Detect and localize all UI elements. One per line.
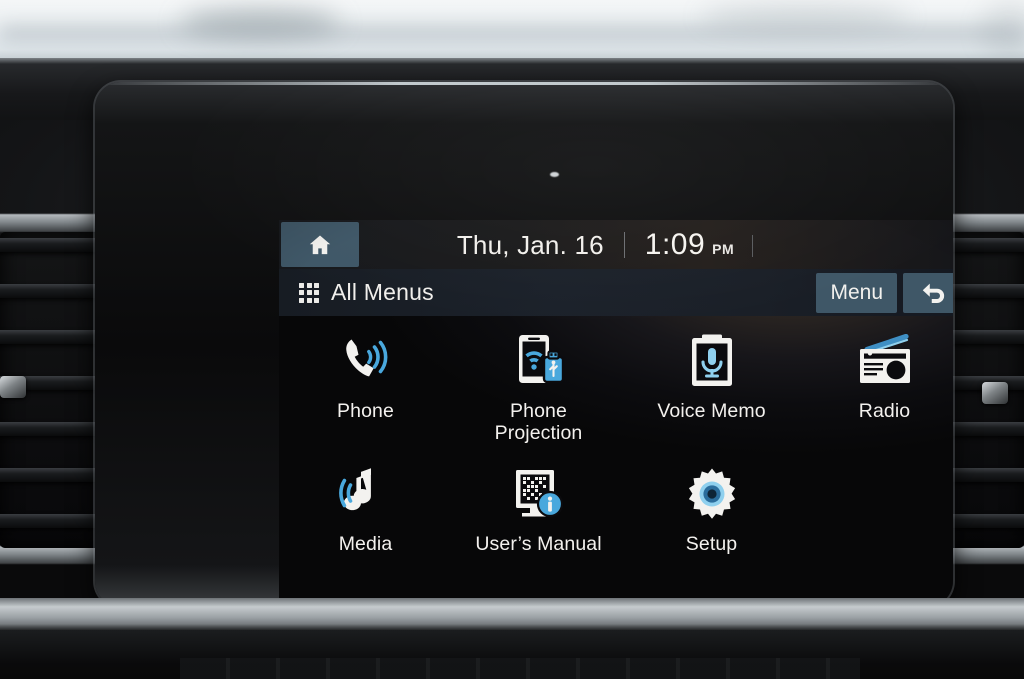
grid-icon bbox=[299, 282, 319, 303]
menu-button[interactable]: Menu bbox=[816, 272, 897, 313]
app-label-radio: Radio bbox=[858, 400, 911, 422]
app-tile-media[interactable]: Media bbox=[279, 463, 452, 596]
home-button[interactable] bbox=[281, 222, 359, 267]
vent-knob-right[interactable] bbox=[982, 382, 1008, 404]
lower-dash-ribs bbox=[180, 658, 860, 679]
app-tile-setup[interactable]: Setup bbox=[625, 463, 798, 596]
bezel-sensor bbox=[550, 172, 559, 177]
infotainment-display[interactable]: Thu, Jan. 16 1:09 PM All Menus Menu Phon… bbox=[279, 220, 953, 607]
voice-memo-icon bbox=[686, 330, 738, 392]
app-tile-phone[interactable]: Phone bbox=[279, 330, 452, 463]
status-date: Thu, Jan. 16 bbox=[456, 229, 604, 260]
status-ampm: PM bbox=[712, 240, 735, 257]
gear-icon bbox=[684, 463, 740, 525]
status-separator bbox=[623, 231, 625, 258]
title-bar-actions: Menu bbox=[816, 272, 953, 313]
datetime-display: Thu, Jan. 16 1:09 PM bbox=[359, 228, 953, 262]
phone-handset-icon bbox=[337, 330, 395, 392]
app-tile-voice-memo[interactable]: Voice Memo bbox=[625, 330, 798, 463]
phone-projection-icon bbox=[509, 330, 569, 392]
vent-knob-left[interactable] bbox=[0, 376, 26, 398]
app-label-phone-projection: Phone Projection bbox=[494, 400, 583, 444]
dashboard-scene: Thu, Jan. 16 1:09 PM All Menus Menu Phon… bbox=[0, 0, 1024, 679]
windshield-background bbox=[0, 0, 1024, 64]
page-title: All Menus bbox=[331, 279, 434, 305]
air-vent-left[interactable] bbox=[0, 232, 104, 548]
app-tile-phone-projection[interactable]: Phone Projection bbox=[452, 330, 625, 463]
app-label-users-manual: User’s Manual bbox=[475, 533, 602, 555]
app-label-phone: Phone bbox=[337, 400, 394, 422]
radio-icon bbox=[854, 330, 916, 392]
back-arrow-icon bbox=[919, 280, 949, 306]
app-label-setup: Setup bbox=[685, 533, 738, 555]
back-button[interactable] bbox=[903, 272, 953, 313]
center-console-trim bbox=[0, 598, 1024, 632]
status-time: 1:09 bbox=[644, 227, 706, 261]
app-label-voice-memo: Voice Memo bbox=[657, 400, 766, 422]
media-note-icon bbox=[337, 463, 395, 525]
title-bar: All Menus Menu bbox=[279, 269, 953, 316]
users-manual-qr-icon bbox=[509, 463, 569, 525]
head-unit-bezel: Thu, Jan. 16 1:09 PM All Menus Menu Phon… bbox=[95, 82, 953, 607]
status-bar: Thu, Jan. 16 1:09 PM bbox=[279, 220, 953, 269]
app-tile-radio[interactable]: Radio bbox=[798, 330, 953, 463]
status-separator-right bbox=[752, 234, 754, 257]
all-menus-app-grid: Phone Phone Projection Voice Memo Radio … bbox=[279, 316, 953, 607]
app-tile-users-manual[interactable]: User’s Manual bbox=[452, 463, 625, 596]
home-icon bbox=[307, 232, 333, 258]
app-label-media: Media bbox=[338, 533, 393, 555]
